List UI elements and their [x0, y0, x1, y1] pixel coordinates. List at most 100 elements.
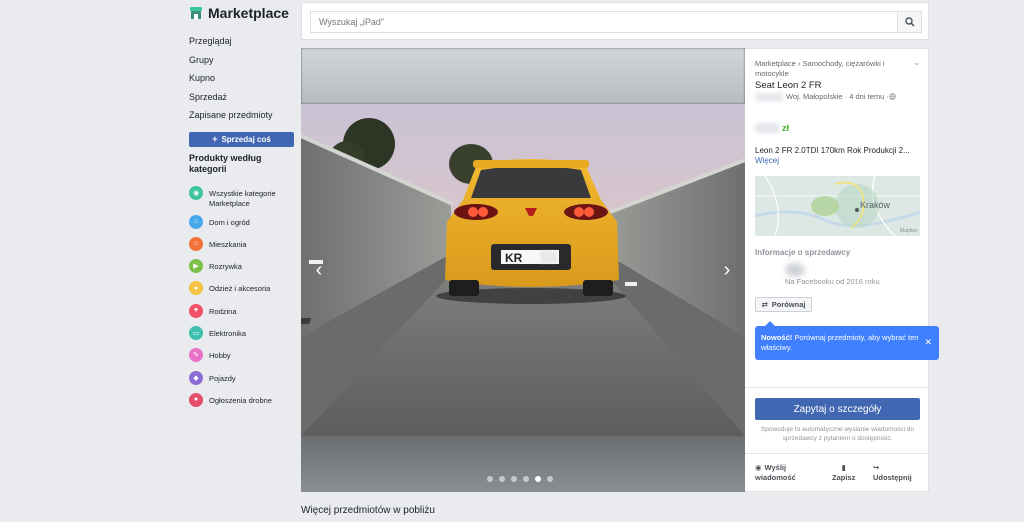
nav-selling[interactable]: Sprzedaż	[189, 88, 295, 107]
photo-dots	[487, 476, 559, 482]
compare-tooltip: Nowość! Porównaj przedmioty, aby wybrać …	[755, 321, 939, 360]
share-button[interactable]: ↪ Udostępnij	[873, 463, 912, 483]
share-label: Udostępnij	[873, 473, 912, 482]
photo-dot[interactable]	[511, 476, 517, 482]
compare-label: Porównaj	[771, 300, 806, 309]
chevron-right-icon: ›	[723, 259, 731, 281]
sidebar: Marketplace Przeglądaj Grupy Kupno Sprze…	[189, 0, 295, 418]
category-label: Odzież i akcesoria	[209, 284, 271, 294]
category-electronics[interactable]: ▭ Elektronika	[189, 325, 295, 351]
chevron-down-icon[interactable]: ⌄	[913, 58, 920, 67]
sidebar-nav: Przeglądaj Grupy Kupno Sprzedaż Zapisane…	[189, 32, 295, 125]
category-all[interactable]: ◉ Wszystkie kategorie Marketplace	[189, 185, 295, 218]
seller-info-heading: Informacje o sprzedawcy	[755, 248, 851, 257]
housing-icon: ⌂	[189, 236, 203, 251]
category-entertainment[interactable]: ▶ Rozrywka	[189, 259, 295, 284]
globe-icon	[889, 93, 896, 100]
next-photo-button[interactable]: ›	[719, 260, 735, 280]
tooltip-new-label: Nowość!	[761, 333, 793, 342]
category-hobby[interactable]: ✎ Hobby	[189, 348, 295, 373]
car-photo-illustration: KR	[301, 104, 745, 436]
action-bar: ◉ Wyślij wiadomość ▮ Zapisz ↪ Udostępnij	[755, 463, 925, 487]
nav-groups[interactable]: Grupy	[189, 51, 295, 70]
photo-dot[interactable]	[499, 476, 505, 482]
marketplace-title: Marketplace	[208, 5, 289, 21]
clothing-icon: ●	[189, 281, 203, 296]
save-label: Zapisz	[832, 473, 856, 482]
map-city-label: Kraków	[860, 200, 891, 210]
nav-browse[interactable]: Przeglądaj	[189, 32, 295, 51]
category-label: Dom i ogród	[209, 217, 250, 227]
hobby-icon: ✎	[189, 348, 203, 363]
compare-button[interactable]: ⇄ Porównaj	[755, 297, 812, 312]
divider	[745, 453, 929, 454]
listing-location: Woj. Małopolskie · 4 dni temu ·	[786, 92, 889, 101]
messenger-icon: ◉	[755, 463, 762, 472]
marketplace-store-icon	[190, 7, 202, 19]
category-clothing[interactable]: ● Odzież i akcesoria	[189, 281, 295, 306]
share-icon: ↪	[873, 463, 880, 472]
photo-dot-active[interactable]	[535, 476, 541, 482]
map-credit: Mapbox	[900, 228, 918, 234]
search-button[interactable]	[897, 11, 922, 33]
classifieds-icon: ●	[189, 392, 203, 407]
listing-title: Seat Leon 2 FR	[755, 80, 822, 91]
home-garden-icon: ⌂	[189, 214, 203, 229]
category-family[interactable]: ♥ Rodzina	[189, 303, 295, 329]
ask-note: Spowoduje to automatyczne wysłanie wiado…	[760, 426, 915, 442]
search-input[interactable]	[310, 11, 898, 33]
sell-something-button[interactable]: + Sprzedaj coś	[189, 131, 294, 147]
category-label: Mieszkania	[209, 239, 247, 249]
chevron-left-icon: ‹	[315, 259, 323, 281]
blurred-city	[755, 92, 783, 101]
close-icon[interactable]: ✕	[924, 337, 932, 347]
category-header: Produkty według kategorii	[189, 152, 262, 174]
seller-since: Na Facebooku od 2016 roku	[785, 277, 880, 286]
price-currency: zł	[782, 123, 790, 133]
category-label: Pojazdy	[209, 373, 236, 383]
sell-something-label: Sprzedaj coś	[221, 134, 271, 144]
see-more-link[interactable]: Więcej	[755, 156, 779, 165]
category-vehicles[interactable]: ◆ Pojazdy	[189, 370, 295, 396]
listing-photo[interactable]: KR	[301, 104, 745, 436]
photo-blur-top	[301, 48, 745, 104]
entertainment-icon: ▶	[189, 259, 203, 274]
map-illustration: Kraków Mapbox	[755, 176, 920, 236]
search-bar	[301, 2, 929, 40]
send-message-button[interactable]: ◉ Wyślij wiadomość	[755, 463, 805, 483]
listing-price: zł	[755, 123, 789, 133]
family-icon: ♥	[189, 303, 203, 318]
category-classifieds[interactable]: ● Ogłoszenia drobne	[189, 392, 295, 418]
prev-photo-button[interactable]: ‹	[311, 260, 327, 280]
marketplace-header[interactable]: Marketplace	[189, 2, 295, 24]
category-home-garden[interactable]: ⌂ Dom i ogród	[189, 214, 295, 240]
category-housing[interactable]: ⌂ Mieszkania	[189, 236, 295, 262]
blurred-price-amount	[755, 123, 779, 133]
seller-avatar[interactable]	[785, 263, 805, 277]
category-label: Rozrywka	[209, 262, 242, 272]
compare-arrows-icon: ⇄	[761, 300, 768, 309]
category-label: Hobby	[209, 351, 231, 361]
photo-blur-bottom	[301, 436, 745, 492]
category-list: ◉ Wszystkie kategorie Marketplace ⌂ Dom …	[189, 185, 295, 419]
all-categories-icon: ◉	[189, 185, 203, 200]
search-icon	[904, 17, 915, 27]
plus-icon: +	[212, 134, 218, 144]
location-map[interactable]: Kraków Mapbox	[755, 176, 920, 236]
photo-viewer: KR ‹ ›	[301, 48, 745, 492]
divider	[745, 387, 929, 388]
save-button[interactable]: ▮ Zapisz	[832, 463, 855, 483]
seller-row[interactable]: Na Facebooku od 2016 roku	[755, 263, 920, 289]
category-label: Elektronika	[209, 328, 247, 338]
photo-dot[interactable]	[487, 476, 493, 482]
tooltip-tail	[765, 321, 775, 326]
breadcrumb[interactable]: Marketplace › Samochody, ciężarówki i mo…	[755, 59, 905, 79]
ask-for-details-button[interactable]: Zapytaj o szczegóły	[755, 398, 920, 420]
photo-dot[interactable]	[547, 476, 553, 482]
description-text: Leon 2 FR 2.0TDI 170km Rok Produkcji 2..…	[755, 146, 910, 155]
electronics-icon: ▭	[189, 325, 203, 340]
listing-meta: Woj. Małopolskie · 4 dni temu ·	[755, 92, 896, 101]
nav-saved-items[interactable]: Zapisane przedmioty	[189, 106, 295, 125]
nav-buying[interactable]: Kupno	[189, 69, 295, 88]
photo-dot[interactable]	[523, 476, 529, 482]
